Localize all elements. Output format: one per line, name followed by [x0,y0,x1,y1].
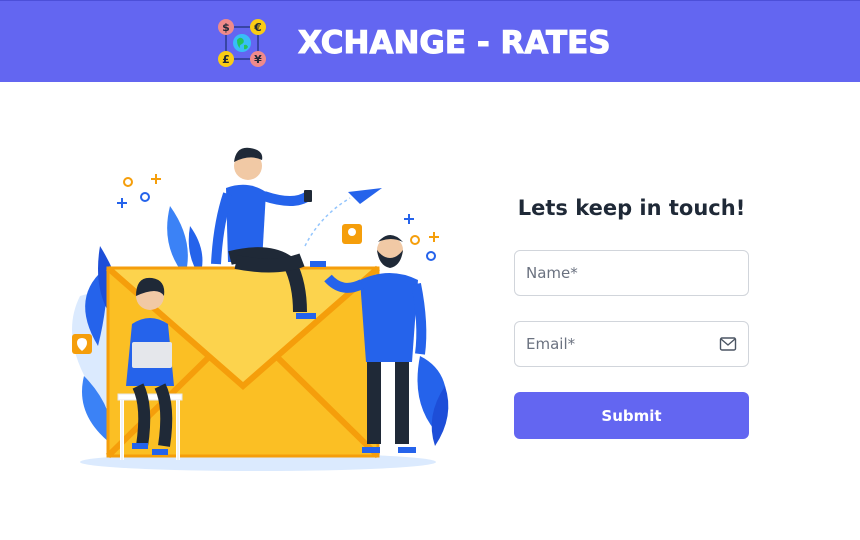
logo-yen-symbol: ¥ [254,53,262,66]
email-field[interactable] [514,321,749,367]
logo-euro-symbol: € [253,21,262,34]
contact-envelope-people-illustration [72,147,449,471]
submit-button[interactable]: Submit [514,392,749,439]
logo-pound-symbol: £ [222,53,230,66]
brand-title[interactable]: XCHANGE - RATES [298,23,612,63]
mail-icon [719,337,737,351]
currency-exchange-logo-icon[interactable]: $ € £ ¥ [216,17,268,69]
name-input[interactable] [526,251,706,295]
email-input[interactable] [526,322,706,366]
logo-dollar-symbol: $ [222,21,230,34]
name-field[interactable] [514,250,749,296]
top-navbar: $ € £ ¥ XCHANGE - RATES [0,0,860,82]
contact-form-title: Lets keep in touch! [517,196,746,220]
